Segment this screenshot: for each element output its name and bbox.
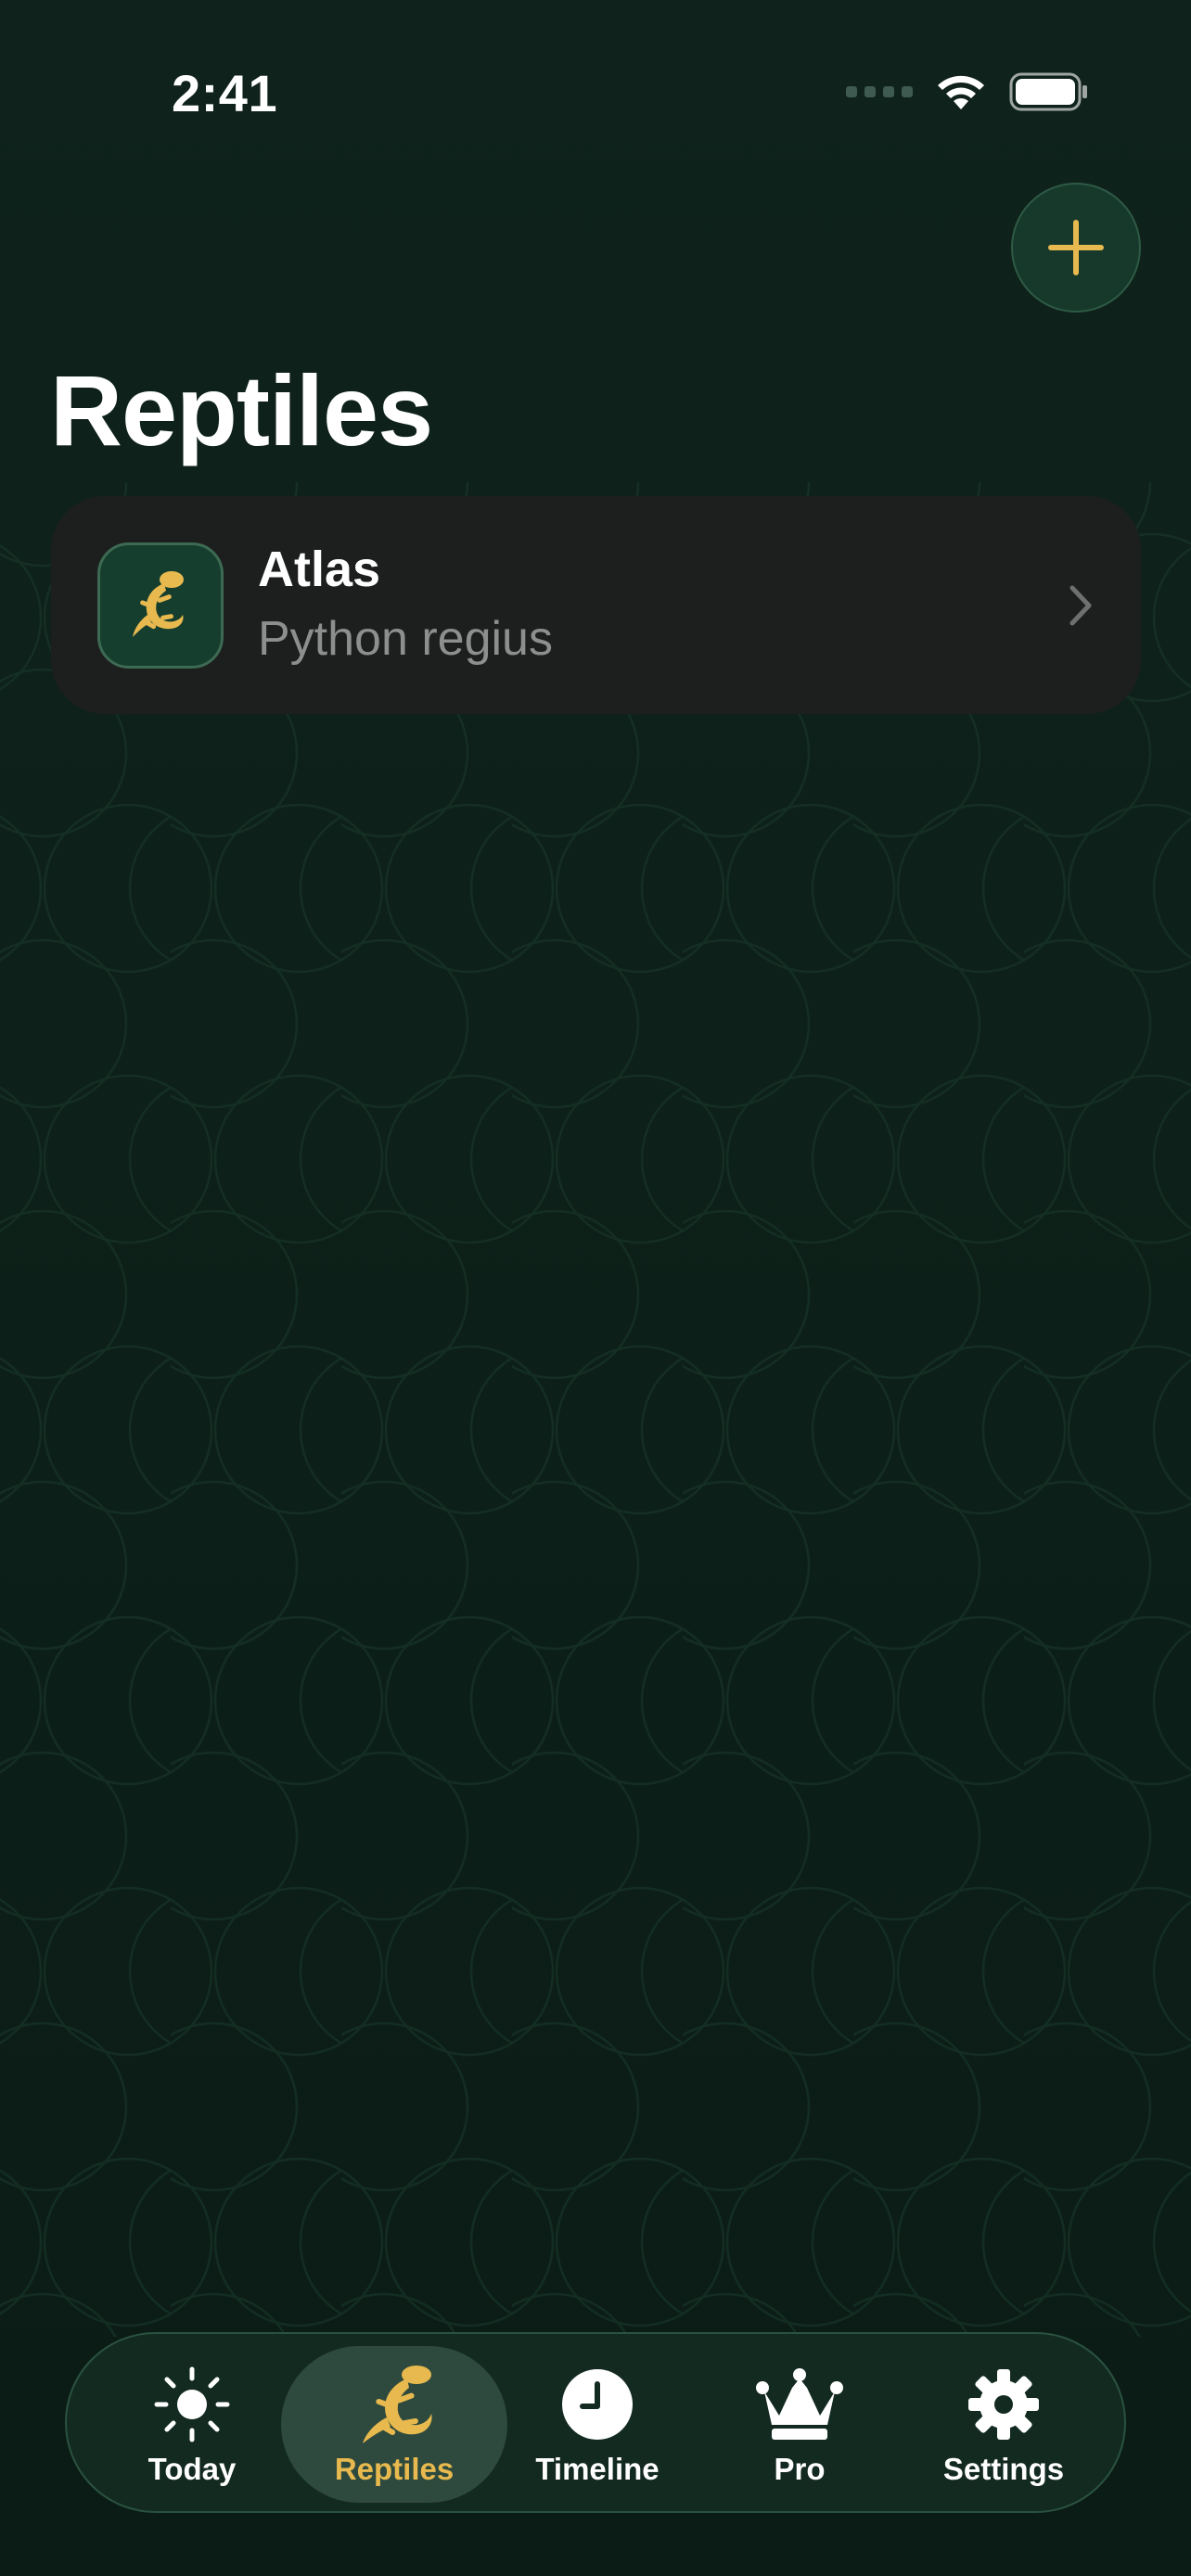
honeycomb-background-pattern <box>0 482 1191 2337</box>
wifi-icon <box>938 75 984 109</box>
reptile-species: Python regius <box>258 612 553 666</box>
tab-timeline[interactable]: Timeline <box>505 2346 690 2503</box>
cellular-signal-icon <box>846 86 913 97</box>
tab-label: Reptiles <box>334 2451 455 2486</box>
sun-icon <box>154 2366 230 2442</box>
tab-label: Pro <box>774 2451 826 2486</box>
page-title: Reptiles <box>50 354 433 466</box>
battery-icon <box>1009 72 1087 111</box>
chevron-right-icon <box>1069 585 1092 626</box>
tab-reptiles[interactable]: Reptiles <box>281 2346 507 2503</box>
tab-label: Timeline <box>535 2451 660 2486</box>
gear-icon <box>968 2368 1039 2440</box>
status-icons <box>846 72 1089 111</box>
tab-label: Today <box>147 2451 237 2486</box>
clock-icon <box>562 2368 633 2440</box>
lizard-icon <box>133 571 184 637</box>
reptile-list-item[interactable]: Atlas Python regius <box>51 496 1141 714</box>
tab-today[interactable]: Today <box>99 2346 285 2503</box>
reptile-avatar <box>97 542 224 669</box>
lizard-icon <box>363 2365 432 2443</box>
tab-bar: Today Reptiles Timeline Pro Settings <box>65 2332 1126 2513</box>
tab-settings[interactable]: Settings <box>911 2346 1096 2503</box>
tab-label: Settings <box>942 2451 1065 2486</box>
crown-icon <box>756 2367 843 2440</box>
reptile-name: Atlas <box>258 542 381 597</box>
status-bar: 2:41 <box>0 0 1191 185</box>
plus-icon <box>1048 220 1104 275</box>
add-reptile-button[interactable] <box>1011 183 1141 312</box>
status-time: 2:41 <box>172 64 278 122</box>
tab-pro[interactable]: Pro <box>707 2346 892 2503</box>
